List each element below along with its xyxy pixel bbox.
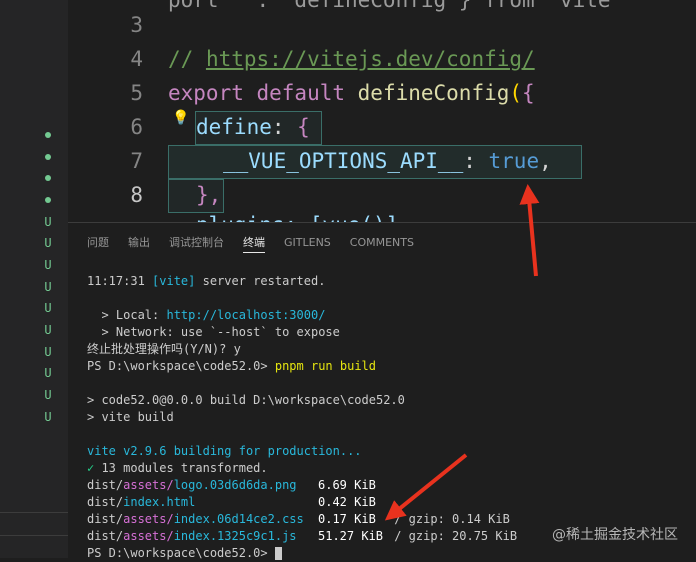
tab-gitlens[interactable]: GITLENS [284, 223, 331, 261]
untracked-marker: U [44, 344, 52, 359]
file-gzip: / gzip: 20.75 KiB [387, 529, 518, 543]
build-file-row: dist/assets/logo.03d6d6da.png 6.69 KiB [87, 477, 687, 494]
sidebar-divider [0, 512, 68, 513]
untracked-marker: U [44, 388, 52, 403]
untracked-marker: U [44, 236, 52, 251]
untracked-marker: U [44, 257, 52, 272]
modified-dot-marker [40, 167, 56, 189]
config-doc-link[interactable]: https://vitejs.dev/config/ [206, 47, 535, 71]
explorer-sidebar: UUUUUUUUUU [0, 0, 69, 558]
file-dir: dist/ [87, 478, 124, 492]
vue-options-api-key: __VUE_OPTIONS_API__ [223, 149, 464, 173]
tab-terminal[interactable]: 终端 [243, 223, 265, 261]
file-name: logo.03d6d6da.png [173, 478, 297, 492]
terminal-line: PS D:\workspace\code52.0> [87, 545, 687, 562]
define-config-fn: defineConfig [357, 81, 510, 105]
bottom-panel: 问题 输出 调试控制台 终端 GITLENS COMMENTS 11:17:31… [68, 222, 696, 562]
true-value: true [488, 149, 540, 173]
file-size: 0.17 KiB [318, 512, 376, 526]
code-line-3: 3 [68, 8, 696, 42]
terminal-line: 终止批处理操作吗(Y/N)? y [87, 342, 241, 356]
colon: : [271, 115, 298, 139]
terminal-line: > Local: http://localhost:3000/ [87, 308, 326, 322]
terminal-line: ✓ 13 modules transformed. [87, 461, 268, 475]
tab-debug-console[interactable]: 调试控制台 [169, 223, 224, 261]
modified-dot-marker [40, 189, 56, 211]
define-key: define [196, 115, 272, 139]
line-number: 6 [130, 115, 143, 139]
line-number: 4 [130, 47, 143, 71]
code-line-7: 7 __VUE_OPTIONS_API__: true, [68, 144, 696, 178]
terminal-line: PS D:\workspace\code52.0> pnpm run build [87, 359, 376, 373]
file-size: 0.42 KiB [318, 495, 376, 509]
file-size: 6.69 KiB [318, 478, 376, 492]
brace: { [297, 115, 310, 139]
file-name: index.06d14ce2.css [173, 512, 304, 526]
comma: , [539, 149, 552, 173]
file-name: index.html [123, 495, 196, 509]
file-dir: dist/ [87, 529, 124, 543]
tab-comments[interactable]: COMMENTS [350, 223, 414, 261]
git-status-markers: UUUUUUUUUU [40, 124, 56, 428]
terminal-line: > code52.0@0.0.0 build D:\workspace\code… [87, 393, 405, 407]
code-line-6: 6 define: { [68, 110, 696, 144]
partial-code: plugins: [vue()], [196, 208, 411, 222]
modified-dot-marker [40, 146, 56, 168]
code-line-4: 4 // https://vitejs.dev/config/ [68, 42, 696, 76]
untracked-marker: U [44, 366, 52, 381]
comment-prefix: // [168, 47, 206, 71]
file-name: index.1325c9c1.js [173, 529, 297, 543]
file-dir: dist/ [87, 512, 124, 526]
colon: : [463, 149, 489, 173]
watermark: @稀土掘金技术社区 [552, 527, 678, 543]
file-dir: dist/ [87, 495, 124, 509]
file-sub: assets/ [123, 512, 174, 526]
close-brace: }, [196, 183, 222, 207]
terminal-line: vite v2.9.6 building for production... [87, 444, 362, 458]
untracked-marker: U [44, 214, 52, 229]
line-number: 3 [130, 13, 143, 37]
line-number: 5 [130, 81, 143, 105]
panel-tabs: 问题 输出 调试控制台 终端 GITLENS COMMENTS [68, 223, 414, 261]
code-editor[interactable]: port . defineConfig } from 'vite' 3 4 //… [68, 0, 696, 222]
file-sub: assets/ [123, 478, 174, 492]
file-gzip: / gzip: 0.14 KiB [387, 512, 510, 526]
line-number: 8 [130, 183, 143, 207]
untracked-marker: U [44, 279, 52, 294]
code-line-partial-bottom: plugins: [vue()], [68, 208, 696, 222]
tab-output[interactable]: 输出 [128, 223, 150, 261]
export-keyword: export default [168, 81, 358, 105]
modified-dot-marker [40, 124, 56, 146]
build-file-row: dist/index.html 0.42 KiB [87, 494, 687, 511]
terminal-cursor [274, 547, 282, 560]
terminal-line: 11:17:31 [vite] server restarted. [87, 274, 326, 288]
sidebar-divider [0, 535, 68, 536]
code-line-8: 8 }, [68, 178, 696, 212]
untracked-marker: U [44, 301, 52, 316]
code-line-5: 5 export default defineConfig({ [68, 76, 696, 110]
terminal-output[interactable]: 11:17:31 [vite] server restarted. > Loca… [87, 273, 687, 562]
untracked-marker: U [44, 323, 52, 338]
localhost-link[interactable]: http://localhost:3000/ [166, 308, 325, 322]
line-number: 7 [130, 149, 143, 173]
terminal-line: > Network: use `--host` to expose [87, 325, 340, 339]
terminal-line: > vite build [87, 410, 174, 424]
untracked-marker: U [44, 409, 52, 424]
file-sub: assets/ [123, 529, 174, 543]
tab-problems[interactable]: 问题 [87, 223, 109, 261]
paren: ( [509, 81, 523, 105]
brace: { [522, 81, 535, 105]
file-size: 51.27 KiB [318, 529, 384, 543]
